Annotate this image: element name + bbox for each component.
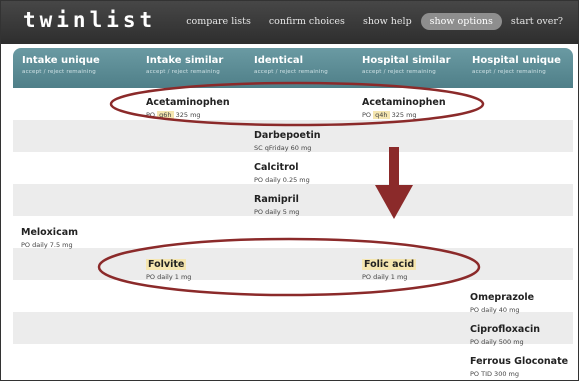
top-bar: twinlist compare lists confirm choices s… [1,1,578,44]
med-name: Acetaminophen [146,97,230,108]
nav-show-help[interactable]: show help [354,13,421,30]
col-actions[interactable]: accept / reject remaining [254,69,328,75]
col-hospital-unique[interactable]: Hospital unique accept / reject remainin… [472,55,561,75]
col-hospital-similar[interactable]: Hospital similar accept / reject remaini… [362,55,451,75]
col-actions[interactable]: accept / reject remaining [362,69,451,75]
med-route: PO [146,111,156,119]
med-card-darbepoetin[interactable]: Darbepoetin SC qFriday 60 mg [254,123,321,152]
nav-compare-lists[interactable]: compare lists [177,13,260,30]
med-name: Folic acid [362,259,417,270]
med-name: Ramipril [254,194,299,205]
med-freq-highlight: q4h [373,111,390,119]
med-name: Omeprazole [470,292,535,303]
med-name: Acetaminophen [362,97,446,108]
med-dose: PO daily 1 mg [146,273,192,281]
med-dose: PO TID 300 mg [470,370,519,378]
col-title: Intake unique [22,55,100,66]
med-route: PO [362,111,372,119]
med-card-ciprofloxacin[interactable]: Ciprofloxacin PO daily 500 mg [470,317,540,346]
med-name: Darbepoetin [254,130,321,141]
med-card-folvite[interactable]: Folvite PO daily 1 mg [146,252,191,281]
nav-show-options[interactable]: show options [420,13,502,30]
med-dose: PO daily 500 mg [470,338,524,346]
table-row [13,248,573,280]
med-dose: PO daily 1 mg [362,273,408,281]
col-actions[interactable]: accept / reject remaining [146,69,223,75]
column-header-row: Intake unique accept / reject remaining … [13,48,573,88]
med-amount: 325 mg [391,111,417,119]
med-card-ramipril[interactable]: Ramipril PO daily 5 mg [254,187,299,216]
col-title: Identical [254,55,304,66]
col-intake-unique[interactable]: Intake unique accept / reject remaining [22,55,100,75]
med-dose: PO daily 0.25 mg [254,176,310,184]
med-name: Calcitrol [254,162,299,173]
med-dose: PO daily 40 mg [470,306,520,314]
table-row [13,216,573,248]
med-name: Meloxicam [21,227,79,238]
med-card-omeprazole[interactable]: Omeprazole PO daily 40 mg [470,285,534,314]
med-amount: 325 mg [175,111,201,119]
app-window: twinlist compare lists confirm choices s… [0,0,579,381]
col-title: Hospital similar [362,55,451,66]
med-name: Ciprofloxacin [470,324,540,335]
med-card-hospital-acetaminophen[interactable]: Acetaminophen PO q4h 325 mg [362,90,446,119]
med-card-ferrous-gloconate[interactable]: Ferrous Gloconate PO TID 300 mg [470,349,568,378]
col-identical[interactable]: Identical accept / reject remaining [254,55,328,75]
col-title: Intake similar [146,55,224,66]
col-title: Hospital unique [472,55,561,66]
top-nav: compare lists confirm choices show help … [177,13,572,30]
col-actions[interactable]: accept / reject remaining [22,69,100,75]
med-dose: PO q4h 325 mg [362,111,446,119]
med-dose: PO daily 5 mg [254,208,300,216]
med-dose: PO daily 7.5 mg [21,241,73,249]
med-card-intake-acetaminophen[interactable]: Acetaminophen PO q6h 325 mg [146,90,230,119]
col-actions[interactable]: accept / reject remaining [472,69,561,75]
med-card-folic-acid[interactable]: Folic acid PO daily 1 mg [362,252,417,281]
med-name: Ferrous Gloconate [470,356,569,367]
app-logo: twinlist [23,8,157,32]
table-row [13,88,573,120]
med-dose: PO q6h 325 mg [146,111,230,119]
med-card-calcitrol[interactable]: Calcitrol PO daily 0.25 mg [254,155,310,184]
med-dose: SC qFriday 60 mg [254,144,312,152]
med-name: Folvite [146,259,187,270]
med-freq-highlight: q6h [157,111,174,119]
med-card-meloxicam[interactable]: Meloxicam PO daily 7.5 mg [21,220,78,249]
nav-confirm-choices[interactable]: confirm choices [260,13,354,30]
col-intake-similar[interactable]: Intake similar accept / reject remaining [146,55,223,75]
nav-start-over[interactable]: start over? [502,13,572,30]
